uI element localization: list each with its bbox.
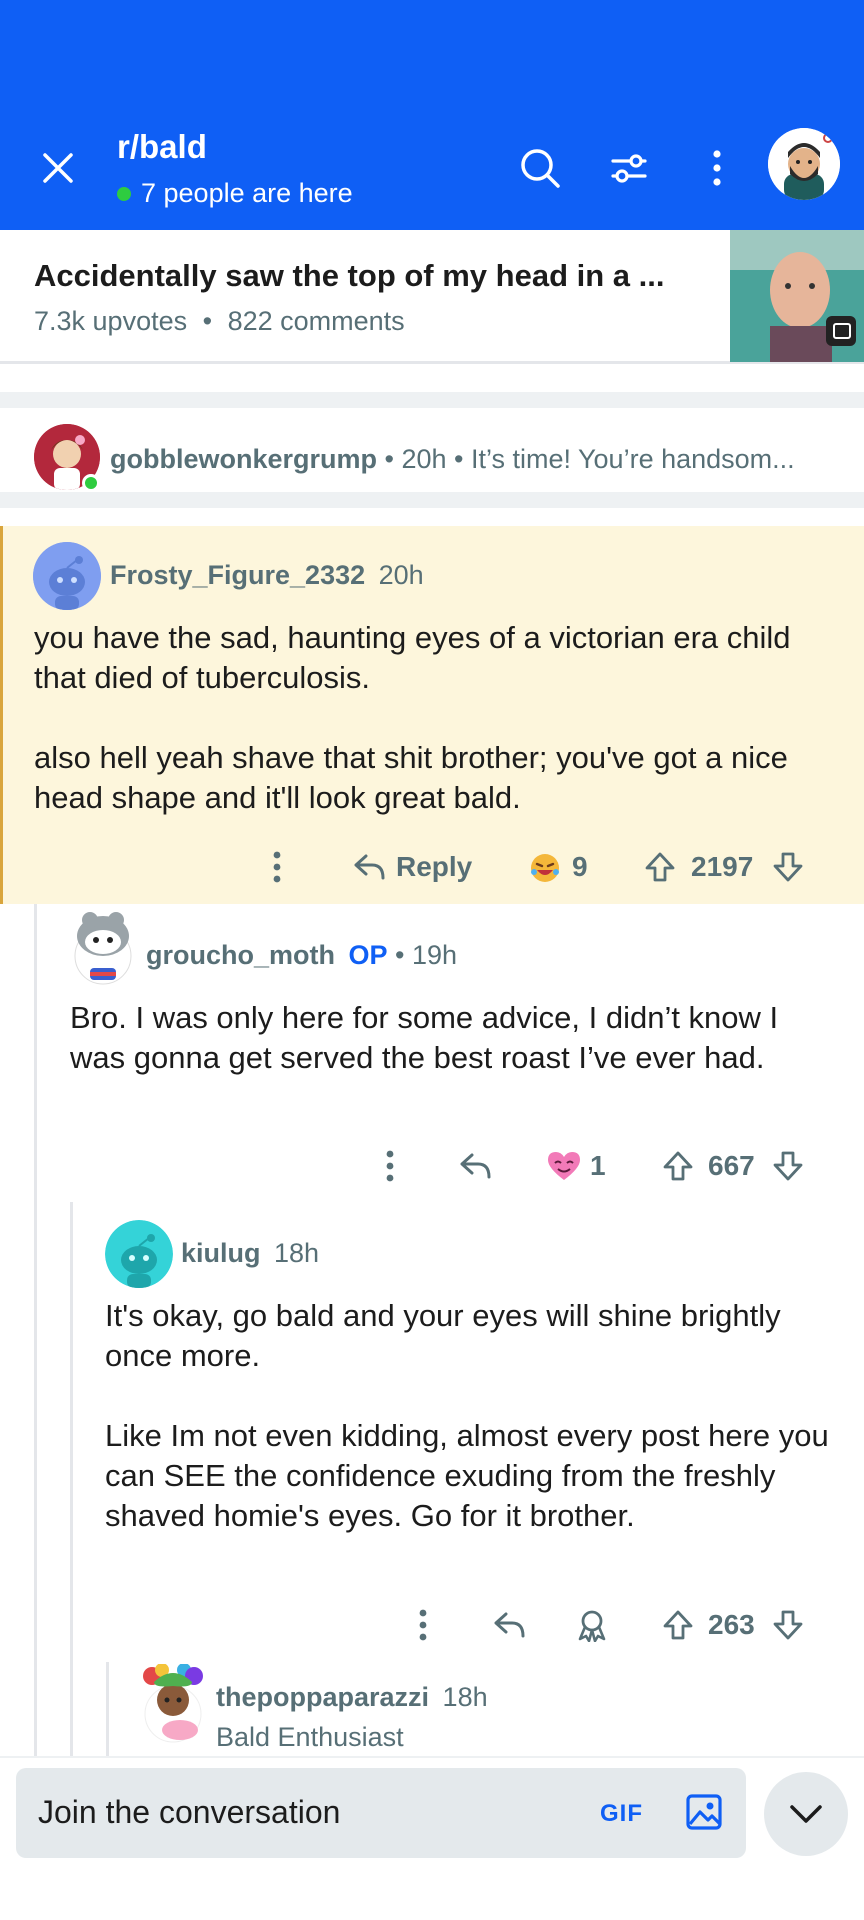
thread-line [70, 1202, 73, 1756]
reply-icon [494, 1612, 525, 1638]
post-title[interactable]: Accidentally saw the top of my head in a… [34, 258, 694, 294]
online-dot-icon [117, 186, 131, 201]
award-count: 1 [590, 1150, 606, 1181]
online-status-icon [82, 474, 100, 492]
score: 667 [708, 1150, 755, 1181]
award-button[interactable] [576, 1601, 608, 1649]
upvote-icon [663, 1151, 693, 1181]
comment-time: • 19h [387, 940, 458, 970]
downvote-button[interactable] [772, 843, 804, 891]
post-meta: 7.3k upvotes • 822 comments [34, 306, 405, 336]
composer-placeholder[interactable]: Join the conversation [38, 1794, 340, 1831]
close-button[interactable] [30, 140, 86, 196]
award-icon [578, 1610, 606, 1642]
op-badge: OP [348, 940, 388, 970]
comment-avatar[interactable] [33, 542, 101, 610]
comment-username[interactable]: Frosty_Figure_2332 [110, 560, 365, 590]
upvote-icon [663, 1610, 693, 1640]
score: 263 [708, 1609, 755, 1640]
comment-time: 18h [274, 1238, 320, 1268]
downvote-icon [773, 1610, 803, 1640]
search-button[interactable] [512, 140, 568, 196]
parent-username[interactable]: gobblewonkergrump [110, 444, 377, 474]
comment-username[interactable]: thepoppaparazzi [216, 1682, 429, 1712]
more-icon [273, 851, 281, 883]
presence-text: 7 people are here [141, 178, 353, 208]
comment-header: kiulug 18h [181, 1238, 319, 1269]
thread-line [106, 1662, 109, 1756]
comment-actions: 263 [0, 1601, 864, 1649]
comment-username[interactable]: groucho_moth [146, 940, 335, 970]
reply-icon [354, 854, 385, 880]
user-avatar[interactable] [768, 128, 840, 200]
comment-actions: 1 667 [0, 1142, 864, 1190]
comment-more-button[interactable] [418, 1601, 428, 1649]
comment-more-button[interactable] [385, 1142, 395, 1190]
comment-username[interactable]: kiulug [181, 1238, 261, 1268]
award-button[interactable]: 1 [546, 1142, 606, 1190]
upvote-button[interactable] [662, 1601, 694, 1649]
comment-actions: Reply 9 2197 [0, 843, 864, 891]
score: 2197 [691, 851, 754, 882]
overflow-icon [713, 150, 721, 186]
more-icon [386, 1150, 394, 1182]
app-header: r/bald 7 people are here [0, 0, 864, 230]
award-button[interactable]: 9 [528, 843, 588, 891]
collapse-composer-button[interactable] [764, 1772, 848, 1856]
comment-body: Bro. I was only here for some advice, I … [70, 1000, 779, 1075]
downvote-button[interactable] [772, 1601, 804, 1649]
post-thumbnail[interactable] [730, 230, 864, 362]
comment-body: It's okay, go bald and your eyes will sh… [105, 1298, 829, 1533]
laughing-award-icon [531, 854, 559, 882]
user-flair: Bald Enthusiast [216, 1722, 404, 1752]
downvote-icon [773, 852, 803, 882]
filter-icon [611, 154, 647, 183]
reply-icon [460, 1153, 491, 1179]
overflow-menu-button[interactable] [689, 140, 745, 196]
more-icon [419, 1609, 427, 1641]
comment-more-button[interactable] [272, 843, 282, 891]
downvote-button[interactable] [772, 1142, 804, 1190]
comment-time: 18h [442, 1682, 488, 1712]
upvote-button[interactable] [644, 843, 676, 891]
comment-body: you have the sad, haunting eyes of a vic… [34, 620, 791, 815]
comment-avatar[interactable] [105, 1220, 173, 1288]
search-icon [521, 149, 560, 188]
reply-label: Reply [396, 851, 473, 882]
upvote-button[interactable] [662, 1142, 694, 1190]
image-upload-button[interactable] [684, 1792, 724, 1832]
subreddit-title[interactable]: r/bald [117, 128, 207, 166]
comment-avatar[interactable] [70, 906, 136, 986]
comment-header: groucho_moth OP • 19h [146, 940, 457, 971]
award-count: 9 [572, 851, 588, 882]
comment-header: thepoppaparazzi 18h [216, 1682, 488, 1713]
post-comments-count: 822 comments [227, 306, 405, 336]
parent-comment-preview: gobblewonkergrump • 20h • It’s time! You… [110, 444, 840, 475]
comment-time: 20h [378, 560, 424, 590]
heart-eyes-award-icon [548, 1152, 580, 1180]
parent-meta: • 20h • It’s time! You’re handsom... [377, 444, 795, 474]
comment-avatar[interactable] [140, 1664, 206, 1744]
section-divider [0, 392, 864, 408]
chevron-down-icon [790, 1805, 822, 1823]
post-upvotes: 7.3k upvotes [34, 306, 188, 336]
gif-button[interactable]: GIF [600, 1800, 643, 1828]
downvote-icon [773, 1151, 803, 1181]
close-icon [43, 153, 73, 183]
upvote-icon [645, 852, 675, 882]
presence-indicator: 7 people are here [117, 178, 353, 209]
image-icon [686, 1794, 722, 1830]
reply-button[interactable] [492, 1601, 526, 1649]
reply-button[interactable]: Reply [352, 843, 472, 891]
filter-button[interactable] [601, 140, 657, 196]
reply-button[interactable] [458, 1142, 492, 1190]
comment-header: Frosty_Figure_2332 20h [110, 560, 424, 591]
